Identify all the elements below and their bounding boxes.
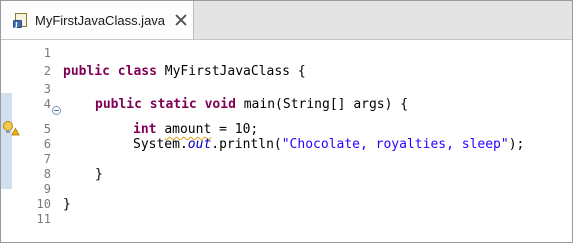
static-field-token: out (187, 137, 212, 152)
keyword-token: static (149, 97, 197, 112)
editor-body[interactable]: 1 2 3 4 5 6 7 8 9 10 11 public class MyF… (1, 40, 572, 242)
java-file-icon: J (13, 12, 29, 29)
keyword-token: class (117, 64, 157, 79)
code-line: System.out.println("Chocolate, royalties… (133, 137, 524, 152)
ruler-range-highlight (1, 93, 12, 189)
code-token: ) { (384, 97, 409, 112)
collapse-minus-icon[interactable] (52, 100, 61, 115)
parameter-token: args (353, 97, 385, 112)
line-number: 1 (43, 46, 51, 60)
code-line: public static void main(String[] args) { (95, 97, 408, 112)
keyword-token: public (95, 97, 142, 112)
line-number: 9 (43, 182, 51, 196)
keyword-token: void (204, 97, 236, 112)
code-token: .println( (211, 137, 282, 152)
warning-variable-token[interactable]: amount (164, 122, 211, 137)
line-number: 6 (43, 137, 51, 151)
line-number: 10 (36, 197, 51, 211)
close-icon[interactable] (175, 14, 187, 26)
code-area[interactable]: public class MyFirstJavaClass { public s… (63, 40, 572, 242)
line-number-gutter: 1 2 3 4 5 6 7 8 9 10 11 (15, 40, 61, 242)
code-line: } (63, 197, 71, 212)
line-number: 4 (43, 97, 51, 111)
code-token: MyFirstJavaClass { (156, 64, 306, 79)
line-number: 5 (43, 122, 51, 136)
line-number: 8 (43, 167, 51, 181)
closing-brace-token: } (63, 197, 71, 212)
code-token: = 10; (211, 122, 259, 137)
overview-marker-ruler (1, 40, 20, 242)
code-line: public class MyFirstJavaClass { (63, 64, 306, 79)
tab-filename: MyFirstJavaClass.java (35, 12, 166, 28)
keyword-token: int (133, 122, 157, 137)
svg-text:J: J (14, 21, 17, 28)
line-number: 11 (36, 212, 51, 226)
editor-tab[interactable]: J MyFirstJavaClass.java (1, 1, 194, 39)
closing-brace-token: } (95, 167, 103, 182)
keyword-token: public (63, 64, 110, 79)
line-number: 2 (43, 64, 51, 78)
code-token: main(String[] (235, 97, 354, 112)
code-line: int amount = 10; (133, 122, 258, 137)
code-token: System. (133, 137, 188, 152)
line-number: 3 (43, 82, 51, 96)
string-literal-token: "Chocolate, royalties, sleep" (281, 137, 509, 152)
editor-tab-strip: J MyFirstJavaClass.java (1, 1, 572, 40)
java-editor: J MyFirstJavaClass.java 1 2 3 4 5 6 7 8 … (0, 0, 573, 243)
code-line: } (95, 167, 103, 182)
code-token: ); (508, 137, 525, 152)
line-number: 7 (43, 152, 51, 166)
